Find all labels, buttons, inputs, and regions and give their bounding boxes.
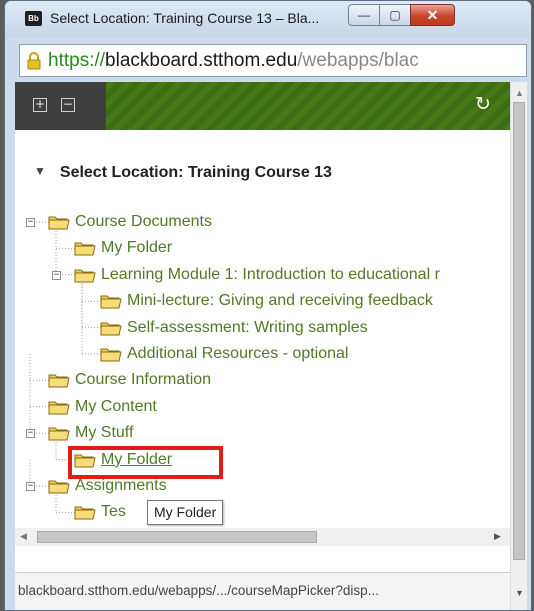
tree-node-label[interactable]: My Stuff <box>75 424 133 442</box>
tree-node-label[interactable]: Mini-lecture: Giving and receiving feedb… <box>127 292 433 310</box>
tree-node-label[interactable]: Assignments <box>75 477 167 495</box>
tree-collapse-toggle-icon[interactable]: − <box>26 482 35 491</box>
tree-node-label[interactable]: My Folder <box>101 239 172 257</box>
tree-node[interactable]: Self-assessment: Writing samples <box>100 317 368 339</box>
url-scheme: https:// <box>48 50 106 71</box>
maximize-icon: ▢ <box>389 8 401 22</box>
tree-node[interactable]: My Folder <box>74 237 172 259</box>
window-title: Select Location: Training Course 13 – Bl… <box>50 10 320 26</box>
folder-icon <box>48 478 70 494</box>
minimize-icon: — <box>358 8 370 22</box>
folder-icon <box>48 372 70 388</box>
vertical-scrollbar[interactable]: ▲ ▼ <box>510 82 527 610</box>
scroll-left-icon[interactable]: ◀ <box>20 531 27 542</box>
scroll-up-icon[interactable]: ▲ <box>515 88 524 98</box>
tree-node-label[interactable]: Tes <box>101 503 126 521</box>
url-text: https://blackboard.stthom.edu/webapps/bl… <box>48 50 419 72</box>
tree-node[interactable]: My Content <box>48 396 157 418</box>
tree-node-label[interactable]: My Content <box>75 398 157 416</box>
tree-node[interactable]: Tes <box>74 501 126 523</box>
address-bar[interactable]: https://blackboard.stthom.edu/webapps/bl… <box>19 44 527 77</box>
close-button[interactable]: ✕ <box>410 4 455 26</box>
folder-icon <box>74 240 96 256</box>
folder-icon <box>48 399 70 415</box>
close-icon: ✕ <box>426 6 439 23</box>
folder-icon <box>74 504 96 520</box>
tree-node[interactable]: Additional Resources - optional <box>100 343 348 365</box>
tree-node[interactable]: Learning Module 1: Introduction to educa… <box>74 264 440 286</box>
folder-icon <box>100 346 122 362</box>
folder-icon <box>74 267 96 283</box>
tree-node-label[interactable]: Course Information <box>75 371 211 389</box>
maximize-button[interactable]: ▢ <box>379 4 411 26</box>
tree-node[interactable]: My Stuff <box>48 422 133 444</box>
url-host: blackboard.stthom.edu <box>105 50 298 71</box>
tree-node[interactable]: Course Documents <box>48 211 212 233</box>
tree-node-label[interactable]: Additional Resources - optional <box>127 345 348 363</box>
horizontal-scroll-thumb[interactable] <box>37 531 317 543</box>
tree-node-label[interactable]: Course Documents <box>75 213 212 231</box>
folder-icon <box>48 214 70 230</box>
lock-icon <box>27 52 41 70</box>
url-path: /webapps/blac <box>297 50 419 71</box>
scroll-down-icon[interactable]: ▼ <box>515 588 524 598</box>
title-bar[interactable]: Bb Select Location: Training Course 13 –… <box>5 1 531 37</box>
highlight-box <box>68 446 223 479</box>
vertical-scroll-thumb[interactable] <box>513 102 525 560</box>
folder-icon <box>48 425 70 441</box>
folder-icon <box>100 320 122 336</box>
tree-node-label[interactable]: Self-assessment: Writing samples <box>127 319 368 337</box>
tree-node-label[interactable]: Learning Module 1: Introduction to educa… <box>101 266 440 284</box>
tree-node[interactable]: Mini-lecture: Giving and receiving feedb… <box>100 290 433 312</box>
popup-window: Bb Select Location: Training Course 13 –… <box>4 0 532 611</box>
minimize-button[interactable]: — <box>348 4 380 26</box>
tree-node[interactable]: Course Information <box>48 369 211 391</box>
horizontal-scrollbar[interactable]: ◀ ▶ <box>15 528 510 546</box>
tree-collapse-toggle-icon[interactable]: − <box>52 270 61 280</box>
status-bar: blackboard.stthom.edu/webapps/.../course… <box>15 572 510 610</box>
scroll-right-icon[interactable]: ▶ <box>494 531 501 542</box>
tree-collapse-toggle-icon[interactable]: − <box>26 429 35 439</box>
page-content: + − ↻ ▼ Select Location: Training Course … <box>15 82 527 610</box>
blackboard-app-icon: Bb <box>25 11 42 26</box>
folder-icon <box>100 293 122 309</box>
tree-collapse-toggle-icon[interactable]: − <box>26 218 35 227</box>
tooltip: My Folder <box>147 500 224 525</box>
